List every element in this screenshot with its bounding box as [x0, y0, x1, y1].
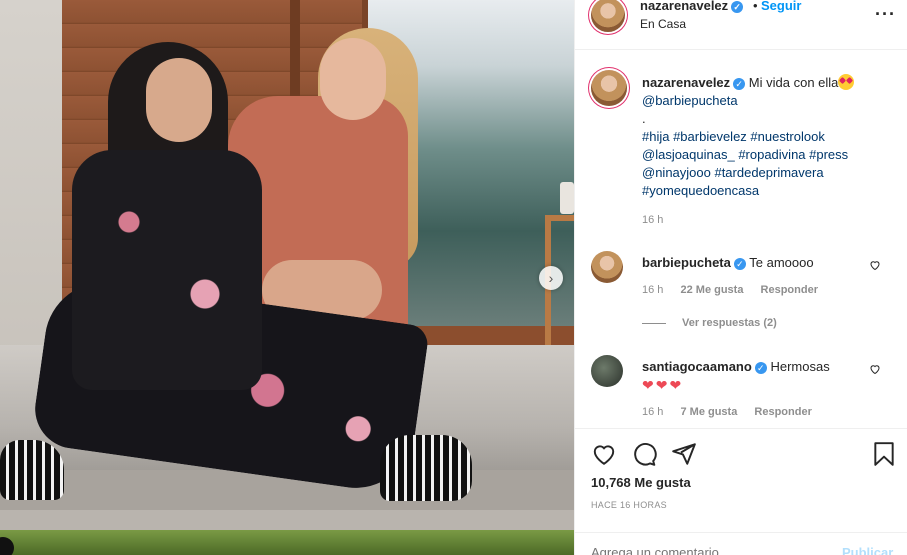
- separator-dot: •: [753, 0, 758, 13]
- chevron-right-icon: ›: [548, 270, 554, 286]
- post-side-panel: nazarenavelez ✓ • Seguir En Casa ··· naza…: [574, 0, 907, 555]
- comment-likes[interactable]: 7 Me gusta: [680, 406, 737, 418]
- comment-like-heart-icon[interactable]: [869, 259, 881, 271]
- caption-body: Mi vida con ella: [748, 75, 839, 90]
- caption-username[interactable]: nazarenavelez: [642, 75, 730, 90]
- plant-pot: [560, 182, 574, 214]
- grass-front: [0, 530, 574, 555]
- publish-button[interactable]: Publicar: [842, 545, 893, 555]
- follow-button[interactable]: Seguir: [761, 0, 801, 13]
- caption-dot: .: [642, 111, 646, 126]
- caption-tags-line-4[interactable]: #yomequedoencasa: [642, 183, 759, 198]
- comment-likes[interactable]: 22 Me gusta: [680, 284, 743, 296]
- author-avatar[interactable]: [591, 0, 625, 32]
- post-header: nazarenavelez ✓ • Seguir En Casa ···: [575, 0, 907, 50]
- comment-text: barbiepucheta ✓ Te amoooo: [642, 254, 862, 272]
- carousel-next-button[interactable]: ›: [539, 266, 563, 290]
- comment-body: Hermosas: [770, 359, 830, 374]
- verified-badge-icon: ✓: [733, 77, 746, 90]
- post-actions: 10,768 Me gusta HACE 16 HORAS Publicar: [575, 428, 907, 555]
- replies-line: [642, 322, 666, 324]
- comment-meta: 16 h 22 Me gusta Responder: [642, 284, 832, 296]
- heart-icon[interactable]: [591, 441, 617, 467]
- post-photo[interactable]: ›: [0, 0, 574, 555]
- comment-hearts: ❤❤❤: [642, 377, 684, 393]
- comment-input[interactable]: [591, 545, 811, 555]
- commenter-avatar[interactable]: [591, 251, 623, 283]
- comment-meta: 16 h 7 Me gusta Responder: [642, 406, 826, 418]
- reply-button[interactable]: Responder: [754, 406, 811, 418]
- commenter-avatar[interactable]: [591, 355, 623, 387]
- comment-body: Te amoooo: [749, 255, 814, 270]
- author-username-text[interactable]: nazarenavelez: [640, 0, 728, 13]
- caption-mention[interactable]: @barbiepucheta: [642, 93, 738, 108]
- post-time-ago[interactable]: HACE 16 HORAS: [591, 500, 667, 510]
- comment-composer: Publicar: [575, 532, 907, 555]
- comment-text: santiagocaamano ✓ Hermosas ❤❤❤: [642, 358, 862, 395]
- bookmark-icon[interactable]: [871, 441, 897, 467]
- left-sneaker: [0, 440, 64, 500]
- left-person-shirt: [72, 150, 262, 390]
- caption-time[interactable]: 16 h: [642, 214, 663, 226]
- author-username[interactable]: nazarenavelez ✓: [640, 0, 744, 13]
- commenter-username[interactable]: santiagocaamano: [642, 359, 752, 374]
- heart-eyes-emoji-icon: [838, 74, 855, 90]
- caption-tags-line-1[interactable]: #hija #barbievelez #nuestrolook: [642, 129, 825, 144]
- caption-author-avatar[interactable]: [591, 70, 627, 106]
- share-icon[interactable]: [671, 441, 697, 467]
- comment-time[interactable]: 16 h: [642, 284, 663, 296]
- verified-badge-icon: ✓: [731, 0, 744, 13]
- caption-tags-line-3[interactable]: @ninayjooo #tardedeprimavera: [642, 165, 824, 180]
- caption-text: nazarenavelez ✓ Mi vida con ella @barbiep…: [642, 74, 892, 200]
- comment-like-heart-icon[interactable]: [869, 363, 881, 375]
- caption-tags-line-2[interactable]: @lasjoaquinas_ #ropadivina #press: [642, 147, 848, 162]
- comment-icon[interactable]: [631, 441, 657, 467]
- reply-button[interactable]: Responder: [761, 284, 818, 296]
- more-options-icon[interactable]: ···: [875, 4, 896, 25]
- verified-badge-icon: ✓: [754, 361, 767, 374]
- view-replies-button[interactable]: Ver respuestas (2): [642, 317, 777, 329]
- left-person-face: [146, 58, 212, 142]
- commenter-username[interactable]: barbiepucheta: [642, 255, 731, 270]
- likes-count[interactable]: 10,768 Me gusta: [591, 475, 691, 490]
- post-location[interactable]: En Casa: [640, 17, 686, 31]
- verified-badge-icon: ✓: [733, 257, 746, 270]
- comment-time[interactable]: 16 h: [642, 406, 663, 418]
- right-sneaker: [380, 435, 472, 501]
- view-replies-label[interactable]: Ver respuestas (2): [682, 317, 777, 329]
- right-person-face: [320, 38, 386, 120]
